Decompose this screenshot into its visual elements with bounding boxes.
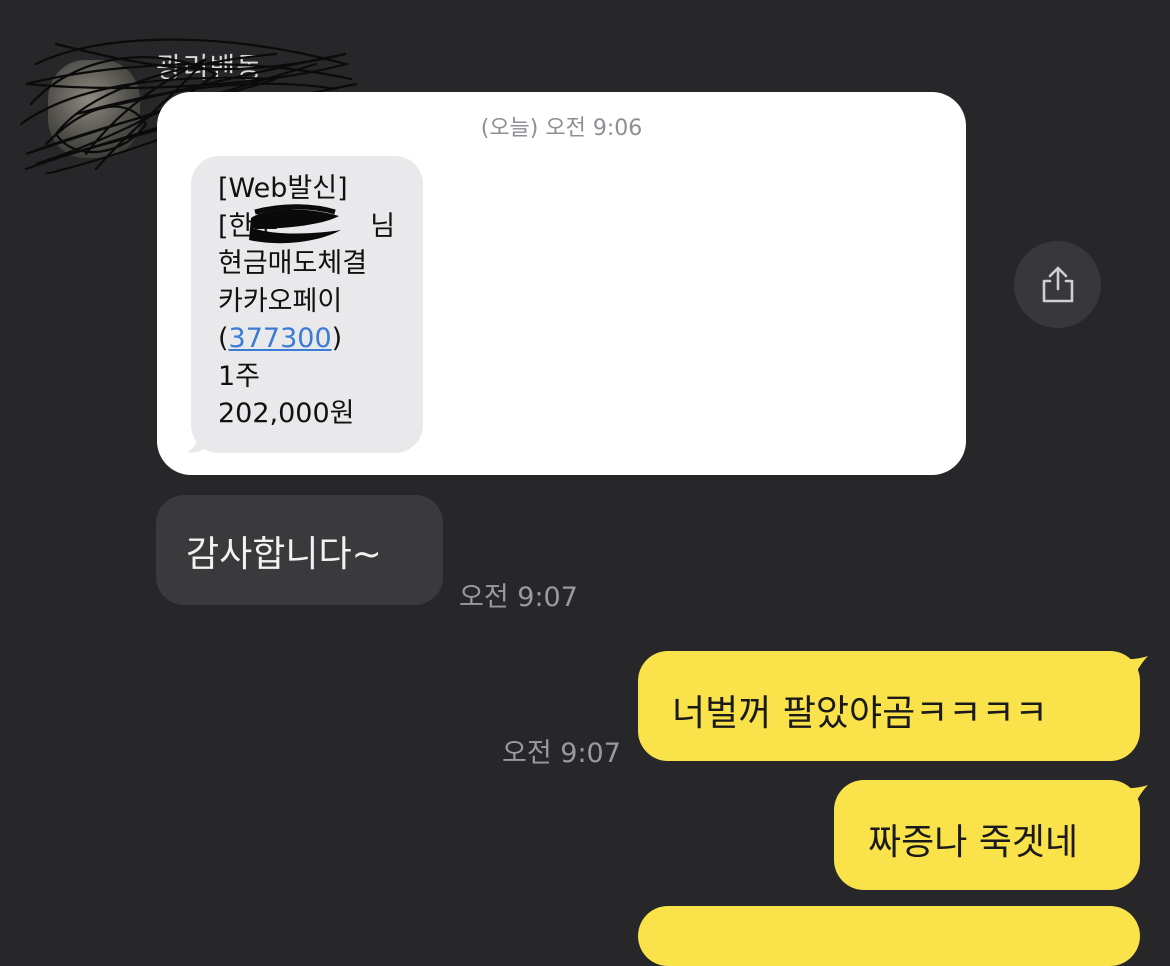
sms-line-web: [Web발신] (218, 173, 348, 204)
sms-bubble: [Web발신] [한투 님 현금매도체결 카카오페이 (377300) 1주 20… (191, 156, 423, 453)
share-button[interactable] (1014, 241, 1101, 328)
outgoing-message-bubble-partial[interactable] (638, 906, 1140, 966)
stock-code-link[interactable]: 377300 (229, 323, 332, 354)
outgoing-message-time: 오전 9:07 (502, 738, 621, 769)
sms-line-order-type: 현금매도체결 (218, 248, 368, 279)
sms-date-label: (오늘) 오전 9:06 (480, 116, 643, 141)
incoming-message-time: 오전 9:07 (459, 582, 578, 613)
sms-screenshot-card[interactable]: (오늘) 오전 9:06 [Web발신] [한투 님 현금매도체결 카카오페이 (… (157, 92, 966, 475)
redaction-blob (249, 204, 341, 244)
outgoing-message-bubble[interactable]: 짜증나 죽겟네 (834, 780, 1140, 890)
share-icon (1042, 266, 1073, 302)
outgoing-message-text: 너벌꺼 팔았야곰ㅋㅋㅋㅋ (672, 693, 1048, 734)
sms-line-stock-code: (377300) (218, 323, 343, 354)
sms-line-quantity: 1주 (218, 360, 261, 392)
sms-line-stock-name: 카카오페이 (218, 285, 343, 317)
incoming-message-text: 감사합니다~ (186, 534, 382, 575)
outgoing-message-text: 짜증나 죽겟네 (868, 822, 1079, 863)
outgoing-message-bubble[interactable]: 너벌꺼 팔았야곰ㅋㅋㅋㅋ (638, 651, 1140, 761)
sms-line-amount: 202,000원 (218, 398, 355, 429)
incoming-message-bubble[interactable]: 감사합니다~ (156, 495, 443, 605)
